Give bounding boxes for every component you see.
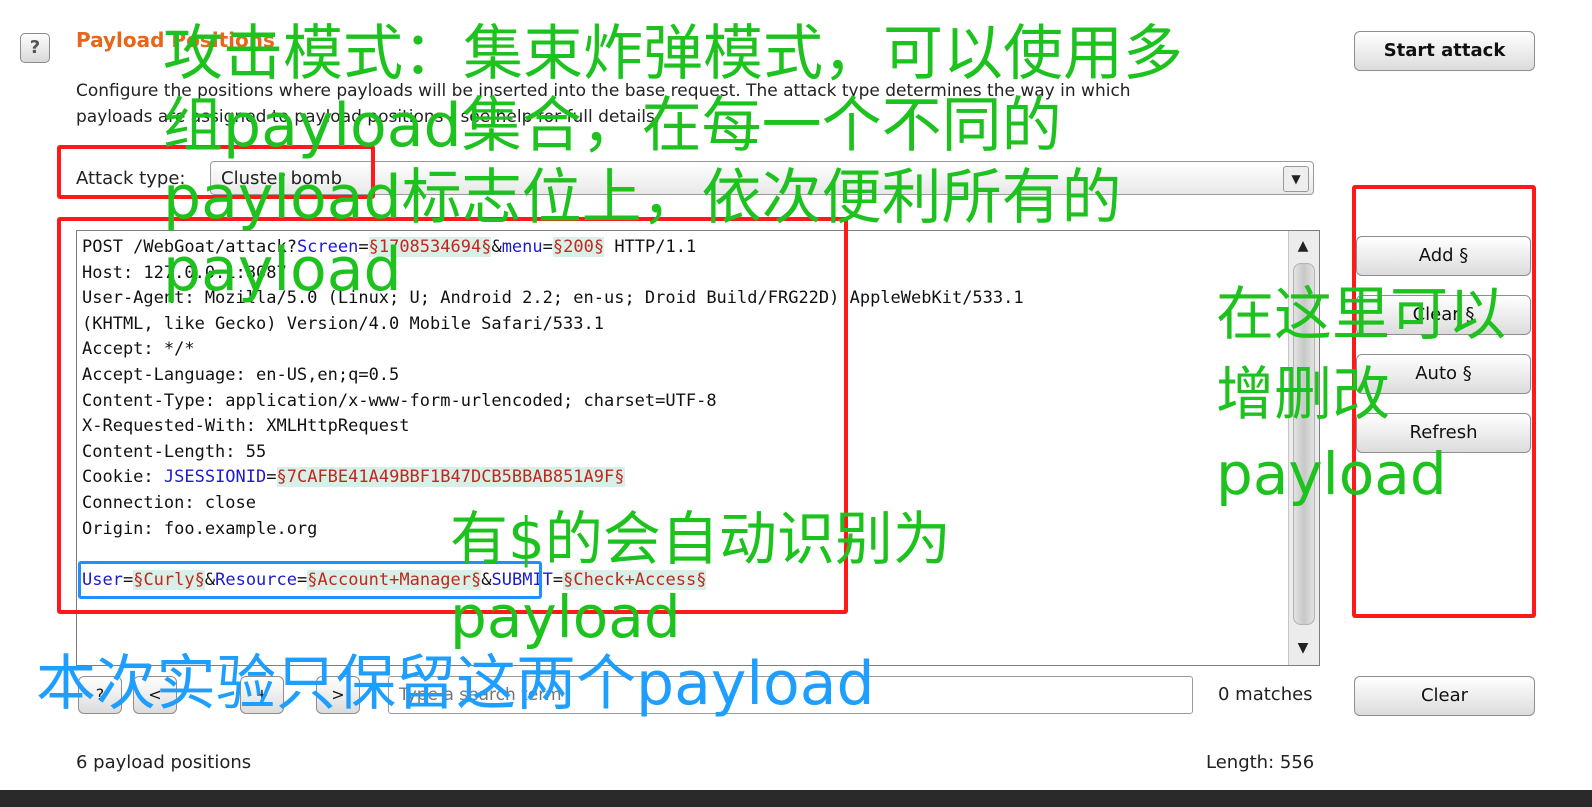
annotation-attack-mode: 攻击模式：集束炸弹模式，可以使用多 组payload集合，在每一个不同的 pay… xyxy=(163,19,1183,305)
annotation-kept-payloads: 本次实验只保留这两个payload xyxy=(36,649,875,719)
search-match-count: 0 matches xyxy=(1218,684,1313,705)
clear-button[interactable]: Clear xyxy=(1354,676,1535,716)
help-icon[interactable]: ? xyxy=(20,33,50,63)
scroll-up-icon[interactable]: ▲ xyxy=(1292,235,1314,257)
annotation-auto-detect: 有$的会自动识别为 payload xyxy=(450,505,951,651)
annotation-edit-payloads: 在这里可以 增删改 payload xyxy=(1216,280,1507,508)
scroll-down-icon[interactable]: ▼ xyxy=(1292,637,1314,659)
request-length: Length: 556 xyxy=(1206,752,1315,773)
dropdown-arrow-icon[interactable]: ▼ xyxy=(1283,166,1309,192)
payload-positions-count: 6 payload positions xyxy=(76,752,252,773)
start-attack-button[interactable]: Start attack xyxy=(1354,31,1535,71)
window-bottom-border xyxy=(0,790,1592,807)
